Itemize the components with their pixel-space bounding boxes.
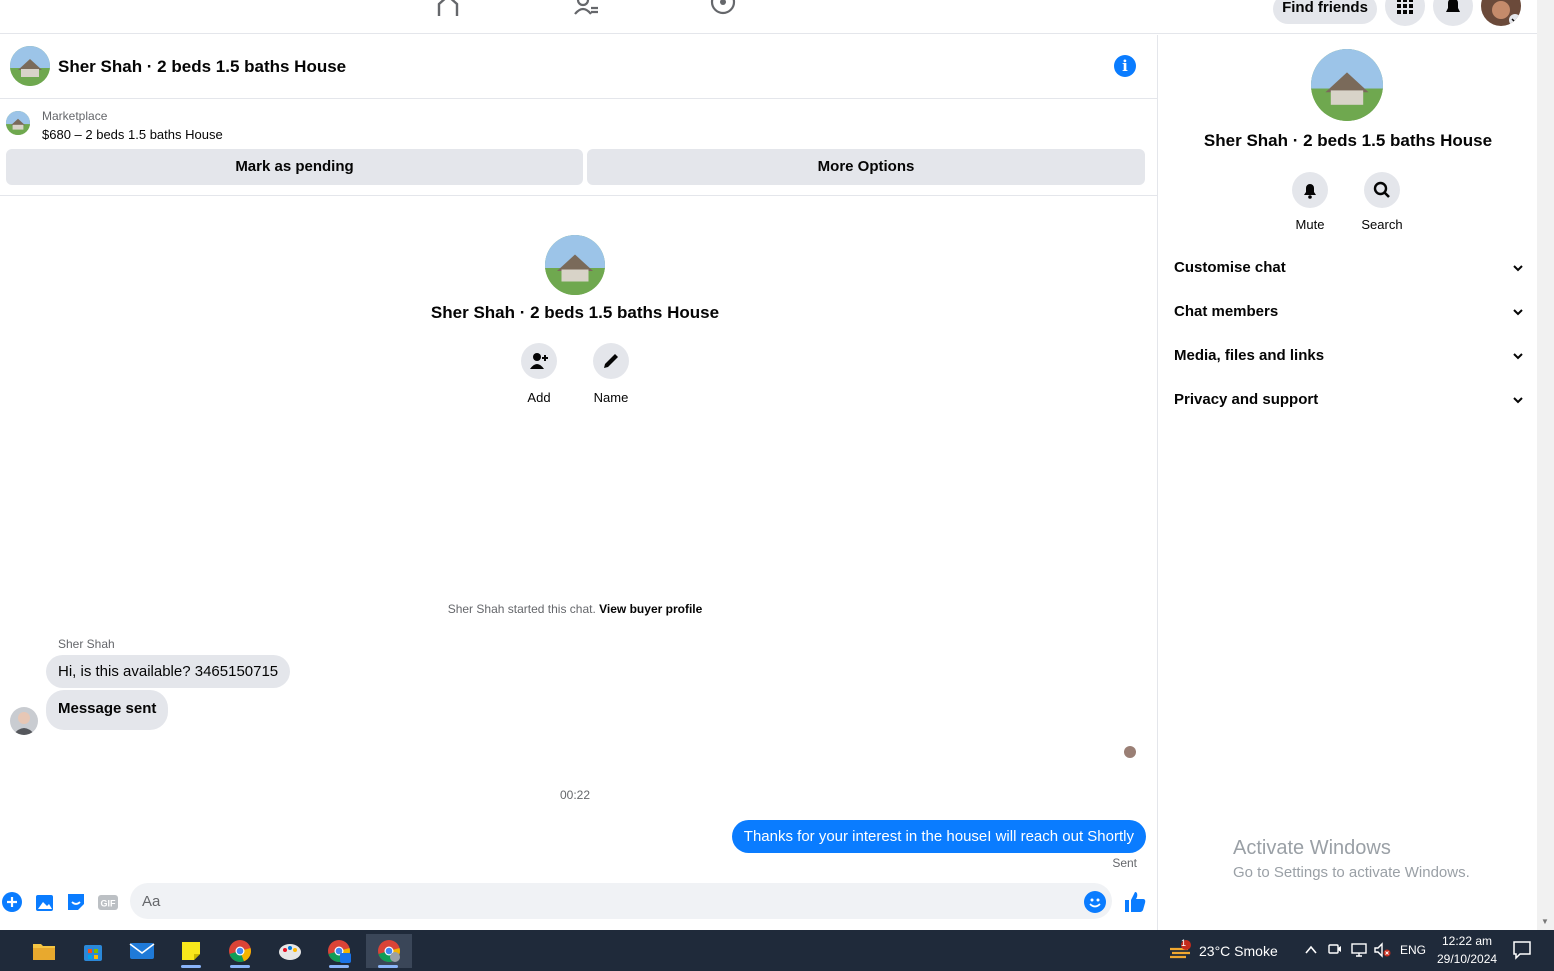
intro-avatar <box>545 235 605 295</box>
marketplace-label: Marketplace <box>42 109 108 123</box>
listing-title[interactable]: $680 – 2 beds 1.5 baths House <box>42 127 223 142</box>
svg-text:GIF: GIF <box>101 899 117 909</box>
started-text: Sher Shah started this chat. <box>447 602 596 616</box>
home-icon[interactable] <box>434 0 462 16</box>
mail-icon[interactable] <box>120 934 164 968</box>
chat-title: Sher Shah · 2 beds 1.5 baths House <box>58 57 347 76</box>
house-image-icon <box>10 46 50 86</box>
message-timestamp: 00:22 <box>559 788 591 802</box>
search-icon <box>1373 181 1390 198</box>
watermark-line2: Go to Settings to activate Windows. <box>1233 864 1470 881</box>
weather-text[interactable]: 23°C Smoke <box>1199 943 1278 959</box>
watermark-line1: Activate Windows <box>1233 837 1391 859</box>
outgoing-message[interactable]: Thanks for your interest in the houseI w… <box>731 820 1146 853</box>
view-buyer-profile-link[interactable]: View buyer profile <box>599 602 702 616</box>
page-scrollbar[interactable]: ▼ <box>1537 0 1554 930</box>
windows-taskbar: 1 23°C Smoke ENG 12:22 am 29/10/2024 <box>0 930 1554 971</box>
sender-name: Sher Shah <box>58 637 115 651</box>
chevron-down-icon <box>1513 265 1523 272</box>
grid-menu-icon <box>1397 0 1413 14</box>
message-status: Sent <box>1112 856 1137 870</box>
info-icon[interactable]: i <box>1114 55 1136 77</box>
meet-now-icon[interactable] <box>1328 942 1342 958</box>
house-image-icon <box>6 111 30 135</box>
section-chat-members[interactable]: Chat members <box>1174 292 1524 332</box>
bell-icon <box>1304 184 1316 199</box>
name-label: Name <box>593 390 629 405</box>
chat-window: Sher Shah · 2 beds 1.5 baths House i Mar… <box>0 35 1158 930</box>
chevron-down-icon <box>1513 309 1523 316</box>
network-icon[interactable] <box>1350 942 1368 958</box>
search-label: Search <box>1361 217 1403 232</box>
search-button[interactable]: Search <box>1347 172 1417 232</box>
thumbs-up-icon[interactable] <box>1123 890 1147 914</box>
top-navigation: Find friends <box>0 0 1537 34</box>
name-chat-button[interactable]: Name <box>581 343 641 405</box>
pencil-icon <box>604 354 618 368</box>
chevron-down-icon <box>1513 397 1523 404</box>
paint-icon[interactable] <box>268 934 312 968</box>
section-customise-chat[interactable]: Customise chat <box>1174 248 1524 288</box>
listing-thumbnail <box>6 111 30 135</box>
chrome-icon[interactable] <box>218 934 262 968</box>
section-privacy-support[interactable]: Privacy and support <box>1174 380 1524 420</box>
groups-icon[interactable] <box>709 0 737 16</box>
gif-icon[interactable]: GIF <box>97 891 119 913</box>
section-label: Media, files and links <box>1174 347 1325 364</box>
section-label: Chat members <box>1174 303 1279 320</box>
chevron-down-icon <box>1513 353 1523 360</box>
file-explorer-icon[interactable] <box>22 934 66 968</box>
volume-muted-icon[interactable] <box>1373 942 1391 958</box>
chat-header: Sher Shah · 2 beds 1.5 baths House i <box>0 35 1157 99</box>
more-options-button[interactable]: More Options <box>587 149 1145 185</box>
chat-avatar[interactable] <box>10 46 50 86</box>
emoji-icon[interactable] <box>1084 891 1106 913</box>
add-person-icon <box>530 353 548 369</box>
panel-title: Sher Shah · 2 beds 1.5 baths House <box>1203 131 1493 150</box>
house-image-icon <box>545 235 605 295</box>
input-language[interactable]: ENG <box>1400 943 1426 957</box>
clock-time[interactable]: 12:22 am <box>1442 934 1492 948</box>
activate-windows-watermark: Activate Windows Go to Settings to activ… <box>1233 837 1470 881</box>
weather-icon[interactable] <box>1168 939 1192 961</box>
section-label: Customise chat <box>1174 259 1286 276</box>
chevron-up-icon[interactable] <box>1304 944 1318 956</box>
sticky-notes-icon[interactable] <box>169 934 213 968</box>
chrome-active-icon[interactable] <box>366 934 412 968</box>
mark-pending-button[interactable]: Mark as pending <box>6 149 583 185</box>
chrome-profile-icon[interactable] <box>317 934 361 968</box>
sender-avatar[interactable] <box>10 707 38 735</box>
incoming-message[interactable]: Message sent <box>46 690 169 730</box>
message-composer: GIF <box>0 880 1157 920</box>
seen-indicator-avatar <box>1124 746 1136 758</box>
store-icon[interactable] <box>71 934 115 968</box>
menu-button[interactable] <box>1385 0 1425 26</box>
sticker-icon[interactable] <box>65 891 87 913</box>
intro-title: Sher Shah · 2 beds 1.5 baths House <box>430 303 720 322</box>
section-media-files-links[interactable]: Media, files and links <box>1174 336 1524 376</box>
panel-avatar <box>1311 49 1383 121</box>
notifications-button[interactable] <box>1433 0 1473 26</box>
add-label: Add <box>527 390 551 405</box>
account-avatar[interactable] <box>1481 0 1521 26</box>
section-label: Privacy and support <box>1174 391 1319 408</box>
chat-started-notice: Sher Shah started this chat. View buyer … <box>0 602 1150 616</box>
friends-icon[interactable] <box>572 0 600 16</box>
message-input[interactable] <box>130 883 1112 919</box>
plus-icon[interactable] <box>1 891 23 913</box>
bell-icon <box>1446 0 1460 12</box>
add-people-button[interactable]: Add <box>509 343 569 405</box>
clock-date[interactable]: 29/10/2024 <box>1437 952 1497 966</box>
scroll-down-arrow-icon[interactable]: ▼ <box>1541 917 1549 926</box>
mute-label: Mute <box>1295 217 1325 232</box>
mute-button[interactable]: Mute <box>1275 172 1345 232</box>
marketplace-bar: Marketplace $680 – 2 beds 1.5 baths Hous… <box>0 100 1157 196</box>
photo-icon[interactable] <box>34 891 56 913</box>
weather-badge: 1 <box>1181 938 1187 948</box>
incoming-message[interactable]: Hi, is this available? 3465150715 <box>46 655 291 688</box>
house-image-icon <box>1311 49 1383 121</box>
chat-info-panel: Sher Shah · 2 beds 1.5 baths House Mute … <box>1159 35 1537 930</box>
notification-center-icon[interactable] <box>1512 940 1532 960</box>
find-friends-button[interactable]: Find friends <box>1273 0 1377 24</box>
